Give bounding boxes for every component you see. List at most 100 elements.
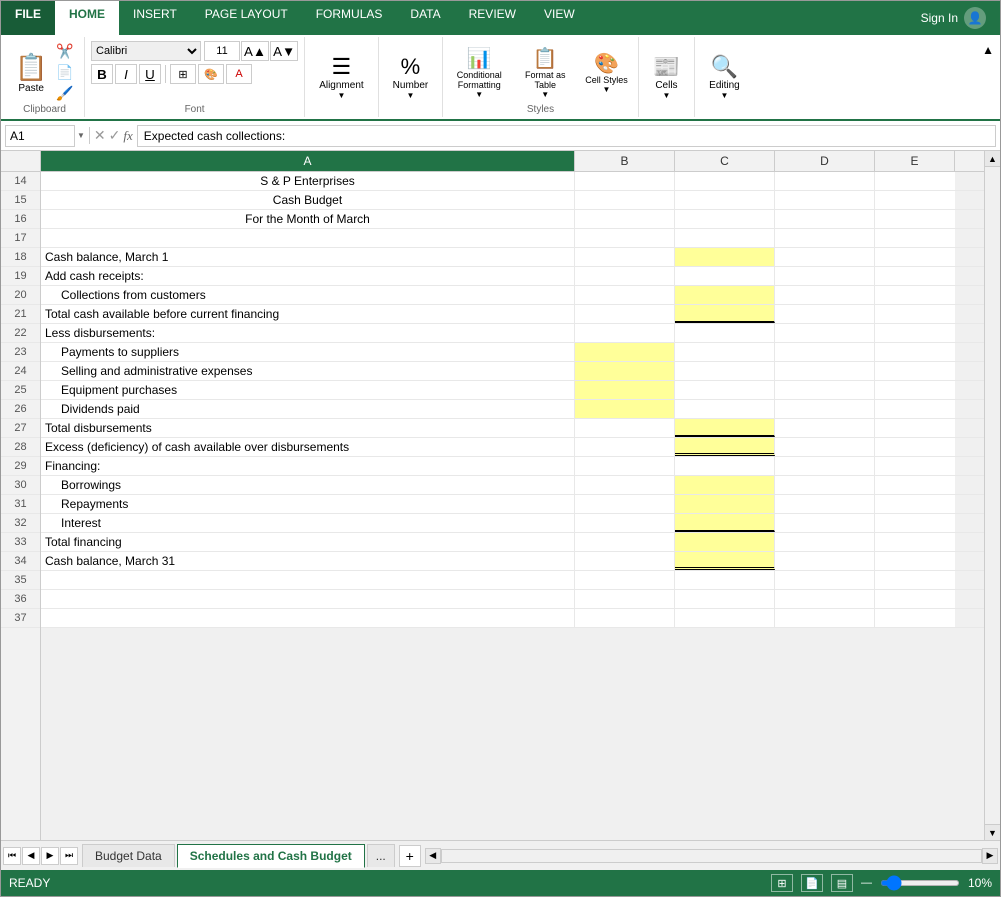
copy-btn[interactable]: 📄	[53, 63, 76, 82]
cell-e34[interactable]	[875, 552, 955, 570]
cell-c23[interactable]	[675, 343, 775, 361]
cell-d36[interactable]	[775, 590, 875, 608]
cell-d30[interactable]	[775, 476, 875, 494]
row-number-27[interactable]: 27	[1, 419, 40, 438]
cell-b26[interactable]	[575, 400, 675, 418]
h-scroll-right-btn[interactable]: ▶	[982, 848, 998, 864]
bold-btn[interactable]: B	[91, 64, 113, 84]
cell-a29[interactable]: Financing:	[41, 457, 575, 475]
cell-a24[interactable]: Selling and administrative expenses	[41, 362, 575, 380]
formula-cancel-icon[interactable]: ✕	[94, 127, 106, 144]
number-btn[interactable]: % Number ▼	[385, 50, 437, 104]
page-layout-view-btn[interactable]: 📄	[801, 874, 823, 892]
conditional-formatting-btn[interactable]: 📊 Conditional Formatting ▼	[449, 44, 509, 102]
cell-c29[interactable]	[675, 457, 775, 475]
cell-c32[interactable]	[675, 514, 775, 532]
cell-e37[interactable]	[875, 609, 955, 627]
cell-b15[interactable]	[575, 191, 675, 209]
cell-e27[interactable]	[875, 419, 955, 437]
cell-c21[interactable]	[675, 305, 775, 323]
cell-c17[interactable]	[675, 229, 775, 247]
tab-review[interactable]: REVIEW	[455, 1, 530, 35]
cell-a18[interactable]: Cash balance, March 1	[41, 248, 575, 266]
sheet-tab-budget-data[interactable]: Budget Data	[82, 844, 175, 867]
add-sheet-btn[interactable]: +	[399, 845, 421, 867]
row-number-29[interactable]: 29	[1, 457, 40, 476]
row-number-15[interactable]: 15	[1, 191, 40, 210]
cell-e22[interactable]	[875, 324, 955, 342]
format-as-table-btn[interactable]: 📋 Format as Table ▼	[515, 44, 575, 102]
fill-color-btn[interactable]: 🎨	[198, 64, 224, 84]
cell-d25[interactable]	[775, 381, 875, 399]
cell-c33[interactable]	[675, 533, 775, 551]
cell-d27[interactable]	[775, 419, 875, 437]
cell-b21[interactable]	[575, 305, 675, 323]
cell-a36[interactable]	[41, 590, 575, 608]
scroll-down-btn[interactable]: ▼	[985, 824, 1000, 840]
row-number-24[interactable]: 24	[1, 362, 40, 381]
cell-a34[interactable]: Cash balance, March 31	[41, 552, 575, 570]
sign-in-btn[interactable]: Sign In 👤	[907, 1, 1000, 35]
tab-data[interactable]: DATA	[396, 1, 454, 35]
cell-e17[interactable]	[875, 229, 955, 247]
cell-a20[interactable]: Collections from customers	[41, 286, 575, 304]
cell-e24[interactable]	[875, 362, 955, 380]
cell-e19[interactable]	[875, 267, 955, 285]
col-header-c[interactable]: C	[675, 151, 775, 171]
cell-b33[interactable]	[575, 533, 675, 551]
row-number-18[interactable]: 18	[1, 248, 40, 267]
cell-b30[interactable]	[575, 476, 675, 494]
cell-c31[interactable]	[675, 495, 775, 513]
cell-e14[interactable]	[875, 172, 955, 190]
format-painter-btn[interactable]: 🖌️	[53, 84, 76, 103]
cell-d31[interactable]	[775, 495, 875, 513]
cell-e23[interactable]	[875, 343, 955, 361]
formula-input[interactable]	[137, 125, 996, 147]
cell-a35[interactable]	[41, 571, 575, 589]
cell-b16[interactable]	[575, 210, 675, 228]
formula-confirm-icon[interactable]: ✓	[109, 127, 121, 144]
row-number-35[interactable]: 35	[1, 571, 40, 590]
font-color-btn[interactable]: A	[226, 64, 252, 84]
cell-e28[interactable]	[875, 438, 955, 456]
paste-btn[interactable]: 📋 Paste	[11, 50, 51, 96]
cell-b18[interactable]	[575, 248, 675, 266]
cell-c20[interactable]	[675, 286, 775, 304]
cell-d19[interactable]	[775, 267, 875, 285]
cell-c25[interactable]	[675, 381, 775, 399]
cell-d28[interactable]	[775, 438, 875, 456]
cell-d37[interactable]	[775, 609, 875, 627]
font-size-input[interactable]	[204, 41, 240, 61]
row-number-37[interactable]: 37	[1, 609, 40, 628]
cell-c22[interactable]	[675, 324, 775, 342]
cell-b37[interactable]	[575, 609, 675, 627]
cell-b22[interactable]	[575, 324, 675, 342]
cell-e20[interactable]	[875, 286, 955, 304]
cell-e32[interactable]	[875, 514, 955, 532]
cell-b20[interactable]	[575, 286, 675, 304]
cell-e26[interactable]	[875, 400, 955, 418]
cell-e18[interactable]	[875, 248, 955, 266]
cell-b32[interactable]	[575, 514, 675, 532]
cell-c19[interactable]	[675, 267, 775, 285]
cell-d26[interactable]	[775, 400, 875, 418]
cell-b34[interactable]	[575, 552, 675, 570]
cell-e36[interactable]	[875, 590, 955, 608]
cell-a30[interactable]: Borrowings	[41, 476, 575, 494]
ribbon-collapse-btn[interactable]: ▲	[980, 41, 996, 59]
cell-d24[interactable]	[775, 362, 875, 380]
cell-b29[interactable]	[575, 457, 675, 475]
formula-icon[interactable]: fx	[123, 128, 132, 144]
cell-e15[interactable]	[875, 191, 955, 209]
col-header-b[interactable]: B	[575, 151, 675, 171]
row-number-31[interactable]: 31	[1, 495, 40, 514]
cell-c27[interactable]	[675, 419, 775, 437]
row-number-16[interactable]: 16	[1, 210, 40, 229]
row-number-36[interactable]: 36	[1, 590, 40, 609]
cell-c35[interactable]	[675, 571, 775, 589]
cell-d17[interactable]	[775, 229, 875, 247]
row-number-17[interactable]: 17	[1, 229, 40, 248]
cell-a17[interactable]	[41, 229, 575, 247]
row-number-25[interactable]: 25	[1, 381, 40, 400]
cell-a14[interactable]: S & P Enterprises	[41, 172, 575, 190]
